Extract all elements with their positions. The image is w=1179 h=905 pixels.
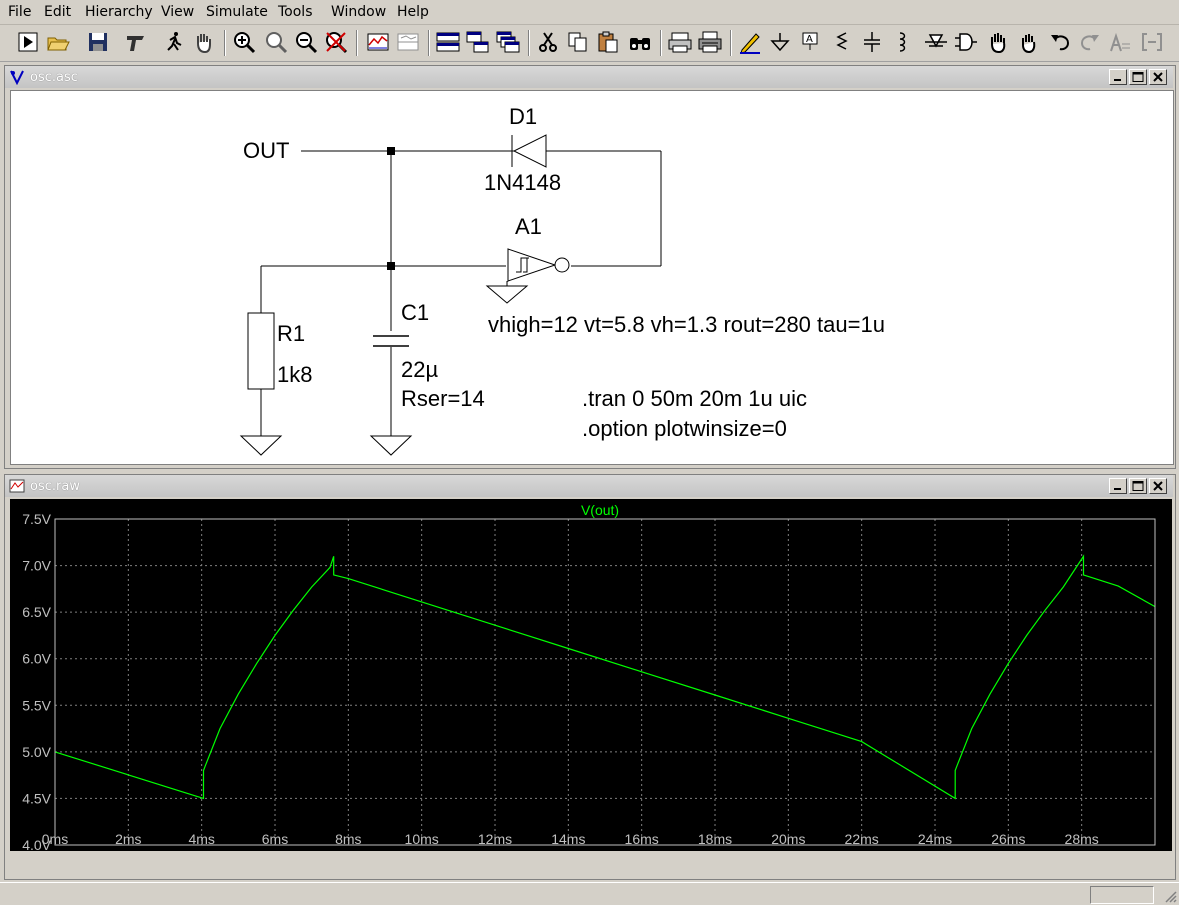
close-icon[interactable] — [1149, 478, 1167, 494]
c1-name: C1 — [401, 300, 429, 325]
capacitor-c1-symbol[interactable] — [373, 335, 409, 347]
resistor-r1-symbol[interactable] — [247, 312, 275, 390]
trace-label-vout[interactable]: V(out) — [581, 502, 619, 518]
plot-grid — [55, 519, 1155, 845]
status-panel — [1090, 886, 1154, 904]
inductor-icon[interactable] — [890, 30, 914, 54]
menu-bar: File Edit Hierarchy View Simulate Tools … — [0, 0, 1179, 25]
menu-help[interactable]: Help — [397, 4, 429, 20]
tile-horizontal-icon[interactable] — [436, 30, 460, 54]
svg-text:A: A — [806, 34, 813, 45]
menu-window[interactable]: Window — [331, 4, 386, 20]
cut-icon[interactable] — [536, 30, 560, 54]
ground-icon[interactable] — [768, 30, 792, 54]
menu-file[interactable]: File — [8, 4, 31, 20]
r1-value: 1k8 — [277, 362, 312, 387]
spice-directive-option[interactable]: .option plotwinsize=0 — [582, 416, 787, 441]
junction-dot — [387, 147, 395, 155]
diode-d1-symbol[interactable] — [506, 134, 547, 168]
waveform-window: osc.raw V(out) 7.5V 7.0V 6.5V 6.0V 5.5V 5.0V 4… — [4, 474, 1176, 880]
waveform-plot[interactable]: V(out) 7.5V 7.0V 6.5V 6.0V 5.5V 5.0V 4.5V 4.0V … — [10, 499, 1172, 851]
spice-directive-icon[interactable] — [1140, 30, 1164, 54]
schmitt-inverter-a1-symbol[interactable] — [485, 248, 570, 304]
toolbar: A — [0, 25, 1179, 62]
cascade-icon[interactable] — [496, 30, 520, 54]
copy-icon[interactable] — [566, 30, 590, 54]
minimize-icon[interactable] — [1109, 69, 1127, 85]
maximize-icon[interactable] — [1129, 69, 1147, 85]
schematic-canvas[interactable]: OUT D1 1N4148 A1 vhigh=12 vt=5.8 vh=1.3 … — [10, 90, 1174, 465]
schematic-icon — [10, 70, 24, 85]
open-icon[interactable] — [46, 30, 70, 54]
y-axis-ticks: 7.5V7.0V6.5V6.0V5.5V5.0V4.5V4.0V — [22, 511, 51, 851]
run-icon[interactable] — [16, 30, 40, 54]
capacitor-icon[interactable] — [860, 30, 884, 54]
menu-hierarchy[interactable]: Hierarchy — [85, 4, 153, 20]
menu-tools[interactable]: Tools — [278, 4, 313, 20]
y-tick-label: 5.0V — [22, 744, 51, 760]
resistor-icon[interactable] — [830, 30, 854, 54]
halt-icon[interactable] — [162, 30, 186, 54]
trace-vout-series — [54, 554, 1156, 800]
d1-name: D1 — [509, 104, 537, 129]
zoom-cancel-icon[interactable] — [324, 30, 348, 54]
pan-icon[interactable] — [192, 30, 216, 54]
autorange-icon[interactable] — [366, 30, 390, 54]
c1-rser: Rser=14 — [401, 386, 485, 411]
net-label-out: OUT — [243, 138, 289, 163]
y-tick-label: 5.5V — [22, 697, 51, 713]
redo-icon[interactable] — [1078, 30, 1102, 54]
spice-directive-tran[interactable]: .tran 0 50m 20m 1u uic — [582, 386, 807, 411]
close-icon[interactable] — [1149, 69, 1167, 85]
text-icon[interactable] — [1108, 30, 1132, 54]
waveform-icon — [9, 479, 25, 493]
schematic-titlebar[interactable]: osc.asc — [5, 66, 1173, 88]
maximize-icon[interactable] — [1129, 478, 1147, 494]
tile-vertical-icon[interactable] — [466, 30, 490, 54]
zoom-in-icon[interactable] — [232, 30, 256, 54]
ground-symbol — [239, 435, 283, 456]
menu-edit[interactable]: Edit — [44, 4, 71, 20]
zoom-out-icon[interactable] — [294, 30, 318, 54]
plot-frame — [54, 518, 1156, 846]
menu-simulate[interactable]: Simulate — [206, 4, 268, 20]
y-tick-label: 7.0V — [22, 558, 51, 574]
waveform-title: osc.raw — [30, 479, 80, 494]
r1-name: R1 — [277, 321, 305, 346]
find-icon[interactable] — [628, 30, 652, 54]
undo-icon[interactable] — [1048, 30, 1072, 54]
print-icon[interactable] — [698, 30, 722, 54]
zoom-fit-icon[interactable] — [264, 30, 288, 54]
drag-icon[interactable] — [1016, 30, 1040, 54]
label-net-icon[interactable]: A — [798, 30, 822, 54]
control-panel-icon[interactable] — [124, 30, 148, 54]
y-tick-label: 7.5V — [22, 511, 51, 527]
d1-model: 1N4148 — [484, 170, 561, 195]
menu-view[interactable]: View — [161, 4, 194, 20]
y-tick-label: 4.5V — [22, 790, 51, 806]
resize-grip-icon[interactable] — [1163, 889, 1177, 903]
y-tick-label: 6.5V — [22, 604, 51, 620]
print-preview-icon[interactable] — [668, 30, 692, 54]
status-bar — [0, 882, 1179, 905]
junction-dot — [387, 262, 395, 270]
ground-symbol — [369, 435, 413, 456]
trace-line-0 — [54, 554, 1156, 800]
component-icon[interactable] — [954, 30, 978, 54]
c1-value: 22µ — [401, 357, 438, 382]
schematic-title: osc.asc — [30, 70, 78, 85]
schematic-window: osc.asc OUT D1 1N4148 A1 vhigh=12 vt=5.8… — [4, 65, 1176, 469]
waveform-titlebar[interactable]: osc.raw — [5, 475, 1173, 497]
draw-wire-icon[interactable] — [738, 30, 762, 54]
a1-name: A1 — [515, 214, 542, 239]
split-icon[interactable] — [396, 30, 420, 54]
move-icon[interactable] — [986, 30, 1010, 54]
y-tick-label: 6.0V — [22, 651, 51, 667]
save-icon[interactable] — [86, 30, 110, 54]
a1-params: vhigh=12 vt=5.8 vh=1.3 rout=280 tau=1u — [488, 312, 885, 337]
minimize-icon[interactable] — [1109, 478, 1127, 494]
diode-icon[interactable] — [924, 30, 948, 54]
paste-icon[interactable] — [596, 30, 620, 54]
